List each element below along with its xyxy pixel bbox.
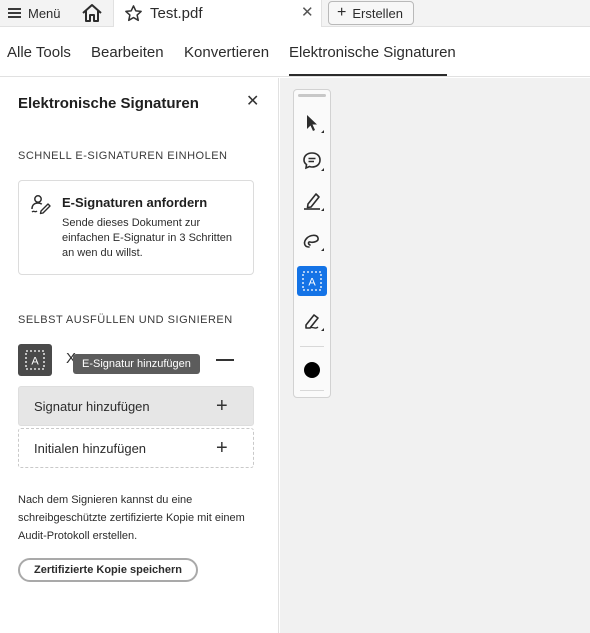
highlight-pen-icon[interactable] xyxy=(297,186,327,216)
create-button[interactable]: + Erstellen xyxy=(328,1,414,25)
toolbar-divider xyxy=(300,390,324,391)
document-tab[interactable]: Test.pdf ✕ xyxy=(113,0,322,27)
certified-copy-note: Nach dem Signieren kannst du eine schrei… xyxy=(18,494,245,542)
add-signature-row[interactable]: Signatur hinzufügen + xyxy=(18,386,254,426)
plus-icon: + xyxy=(337,4,347,21)
card-description: Sende dieses Dokument zur einfachen E-Si… xyxy=(62,217,232,259)
top-bar: Menü Test.pdf ✕ + Erstellen xyxy=(0,0,590,27)
e-signatures-panel: Elektronische Signaturen ✕ SCHNELL E-SIG… xyxy=(0,78,279,633)
text-field-tool-button[interactable]: A xyxy=(18,344,52,376)
star-icon[interactable] xyxy=(124,4,143,23)
plus-icon[interactable]: + xyxy=(216,396,228,416)
select-arrow-icon[interactable] xyxy=(297,108,327,138)
comment-icon[interactable] xyxy=(297,146,327,176)
line-tool-icon[interactable] xyxy=(216,359,234,361)
save-certified-copy-button[interactable]: Zertifizierte Kopie speichern xyxy=(18,558,198,582)
text-field-icon: A xyxy=(25,350,45,370)
tools-nav: Alle Tools Bearbeiten Konvertieren Elekt… xyxy=(0,28,590,77)
nav-edit[interactable]: Bearbeiten xyxy=(91,44,164,61)
panel-title: Elektronische Signaturen xyxy=(18,95,199,112)
tab-close-icon[interactable]: ✕ xyxy=(301,5,314,21)
color-dot-icon[interactable] xyxy=(304,362,320,378)
active-tab-indicator xyxy=(289,74,447,76)
toolbar-divider xyxy=(300,346,324,347)
nav-all-tools[interactable]: Alle Tools xyxy=(7,44,71,61)
svg-text:A: A xyxy=(31,356,39,368)
request-signature-icon xyxy=(30,193,52,215)
panel-close-icon[interactable]: ✕ xyxy=(246,94,259,110)
nav-e-signatures[interactable]: Elektronische Signaturen xyxy=(289,44,456,61)
quick-tools-toolbar: A xyxy=(293,89,331,398)
add-initials-label: Initialen hinzufügen xyxy=(34,441,147,456)
signature-pen-icon[interactable] xyxy=(297,306,327,336)
tab-title: Test.pdf xyxy=(150,5,203,22)
tooltip: E-Signatur hinzufügen xyxy=(73,354,200,374)
svg-text:A: A xyxy=(308,277,316,289)
menu-label: Menü xyxy=(28,5,61,21)
home-icon[interactable] xyxy=(80,2,104,24)
toolbar-grip[interactable] xyxy=(298,94,326,97)
plus-icon[interactable]: + xyxy=(216,438,228,458)
section-heading-fill-sign: SELBST AUSFÜLLEN UND SIGNIEREN xyxy=(18,314,233,326)
lasso-draw-icon[interactable] xyxy=(297,226,327,256)
section-heading-request: SCHNELL E-SIGNATUREN EINHOLEN xyxy=(18,150,228,162)
add-initials-row[interactable]: Initialen hinzufügen + xyxy=(18,428,254,468)
menu-button[interactable]: Menü xyxy=(8,4,61,22)
card-title: E-Signaturen anfordern xyxy=(62,195,208,210)
hamburger-icon xyxy=(8,8,21,18)
text-field-icon[interactable]: A xyxy=(297,266,327,296)
request-signatures-card[interactable]: E-Signaturen anfordern Sende dieses Doku… xyxy=(18,180,254,275)
add-signature-label: Signatur hinzufügen xyxy=(34,399,150,414)
nav-convert[interactable]: Konvertieren xyxy=(184,44,269,61)
create-label: Erstellen xyxy=(352,5,403,21)
